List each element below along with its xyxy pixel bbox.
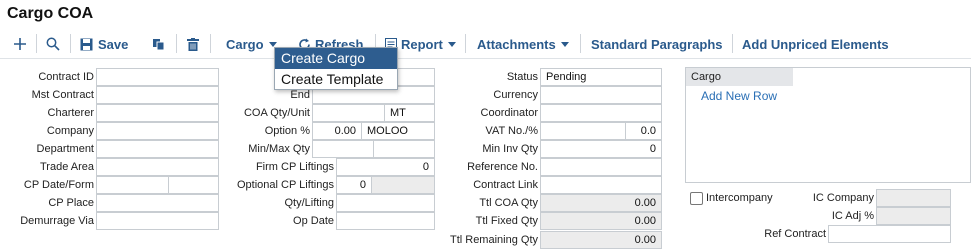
ttl-coa-qty-field: 0.00 xyxy=(540,194,662,212)
chevron-down-icon xyxy=(268,41,277,47)
cp-date-field[interactable] xyxy=(96,176,169,194)
chevron-down-icon xyxy=(447,41,456,47)
menu-item-create-cargo[interactable]: Create Cargo xyxy=(275,48,397,69)
add-icon[interactable] xyxy=(10,34,30,54)
optional-cp-liftings-field[interactable]: 0 xyxy=(336,176,372,194)
contract-id-field[interactable] xyxy=(96,68,219,86)
label-ttl-fixed-qty: Ttl Fixed Qty xyxy=(475,215,538,227)
label-company: Company xyxy=(46,125,94,137)
optional-cp-liftings-readonly xyxy=(371,176,435,194)
label-currency: Currency xyxy=(493,89,538,101)
ic-company-field xyxy=(876,189,951,207)
page-title: Cargo COA xyxy=(7,5,94,22)
toolbar-separator xyxy=(36,34,37,53)
label-ic-company: IC Company xyxy=(812,192,874,204)
label-cp-place: CP Place xyxy=(48,197,94,209)
label-op-date: Op Date xyxy=(293,215,334,227)
toolbar-separator xyxy=(70,34,71,53)
op-date-field[interactable] xyxy=(336,212,435,230)
coa-qty-field[interactable] xyxy=(312,104,385,122)
label-vat: VAT No./% xyxy=(485,125,538,137)
cargo-grid-panel: Cargo Add New Row xyxy=(685,67,971,183)
max-qty-field[interactable] xyxy=(373,140,435,158)
coordinator-field[interactable] xyxy=(540,104,662,122)
toolbar-separator xyxy=(465,34,466,53)
label-coordinator: Coordinator xyxy=(480,107,538,119)
chevron-down-icon xyxy=(560,41,569,47)
min-inv-qty-field[interactable]: 0 xyxy=(540,140,662,158)
attachments-menu-button[interactable]: Attachments xyxy=(477,33,569,55)
standard-paragraphs-button[interactable]: Standard Paragraphs xyxy=(591,33,723,55)
save-label: Save xyxy=(98,36,129,52)
attachments-label: Attachments xyxy=(477,36,556,52)
cargo-menu-label: Cargo xyxy=(226,36,264,52)
reference-no-field[interactable] xyxy=(540,158,662,176)
ic-adj-field xyxy=(876,207,951,225)
option-pct-field[interactable]: 0.00 xyxy=(312,122,362,140)
qty-lifting-field[interactable] xyxy=(336,194,435,212)
currency-field[interactable] xyxy=(540,86,662,104)
label-ref-contract: Ref Contract xyxy=(764,228,826,240)
cargo-grid-header[interactable]: Cargo xyxy=(686,68,793,86)
ref-contract-field[interactable] xyxy=(828,225,951,243)
option-mode-field[interactable]: MOLOO xyxy=(361,122,435,140)
vat-no-field[interactable] xyxy=(540,122,626,140)
label-min-inv-qty: Min Inv Qty xyxy=(482,143,538,155)
intercompany-checkbox[interactable] xyxy=(690,192,703,205)
intercompany-label: Intercompany xyxy=(706,192,773,204)
contract-link-field[interactable] xyxy=(540,176,662,194)
ttl-remaining-qty-field: 0.00 xyxy=(540,231,662,249)
toolbar-separator xyxy=(580,34,581,53)
label-contract-link: Contract Link xyxy=(473,179,538,191)
copy-icon[interactable] xyxy=(150,34,168,54)
firm-cp-liftings-field[interactable]: 0 xyxy=(336,158,435,176)
add-unpriced-elements-button[interactable]: Add Unpriced Elements xyxy=(742,33,889,55)
label-contract-id: Contract ID xyxy=(38,71,94,83)
toolbar-divider xyxy=(0,58,971,59)
label-charterer: Charterer xyxy=(47,107,94,119)
ttl-fixed-qty-field: 0.00 xyxy=(540,212,662,230)
delete-icon[interactable] xyxy=(184,34,202,54)
label-trade-area: Trade Area xyxy=(39,161,94,173)
cargo-dropdown-menu: Create Cargo Create Template xyxy=(274,47,398,90)
label-ttl-remaining-qty: Ttl Remaining Qty xyxy=(449,234,538,246)
label-status: Status xyxy=(506,71,538,83)
cargo-menu-button[interactable]: Cargo xyxy=(226,33,277,55)
status-field[interactable]: Pending xyxy=(540,68,662,86)
toolbar-separator xyxy=(210,34,211,53)
report-label: Report xyxy=(401,36,443,52)
label-optional-cp-liftings: Optional CP Liftings xyxy=(236,179,334,191)
save-button[interactable]: Save xyxy=(80,33,128,55)
menu-item-create-template[interactable]: Create Template xyxy=(275,69,397,90)
label-demurrage-via: Demurrage Via xyxy=(20,215,94,227)
label-ic-adj: IC Adj % xyxy=(831,210,874,222)
label-reference-no: Reference No. xyxy=(467,161,538,173)
label-option-pct: Option % xyxy=(264,125,310,137)
label-department: Department xyxy=(36,143,94,155)
label-min-max-qty: Min/Max Qty xyxy=(248,143,310,155)
toolbar-separator xyxy=(732,34,733,53)
toolbar-separator xyxy=(176,34,177,53)
label-ttl-coa-qty: Ttl COA Qty xyxy=(479,197,538,209)
add-new-row-link[interactable]: Add New Row xyxy=(701,89,777,103)
coa-unit-field[interactable]: MT xyxy=(384,104,435,122)
vat-pct-field[interactable]: 0.0 xyxy=(625,122,662,140)
min-qty-field[interactable] xyxy=(312,140,374,158)
label-mst-contract: Mst Contract xyxy=(31,89,94,101)
label-qty-lifting: Qty/Lifting xyxy=(284,197,334,209)
label-coa-qty-unit: COA Qty/Unit xyxy=(243,107,310,119)
label-firm-cp-liftings: Firm CP Liftings xyxy=(255,161,334,173)
save-icon xyxy=(80,38,93,50)
search-icon[interactable] xyxy=(43,34,63,54)
label-cp-date-form: CP Date/Form xyxy=(23,179,94,191)
